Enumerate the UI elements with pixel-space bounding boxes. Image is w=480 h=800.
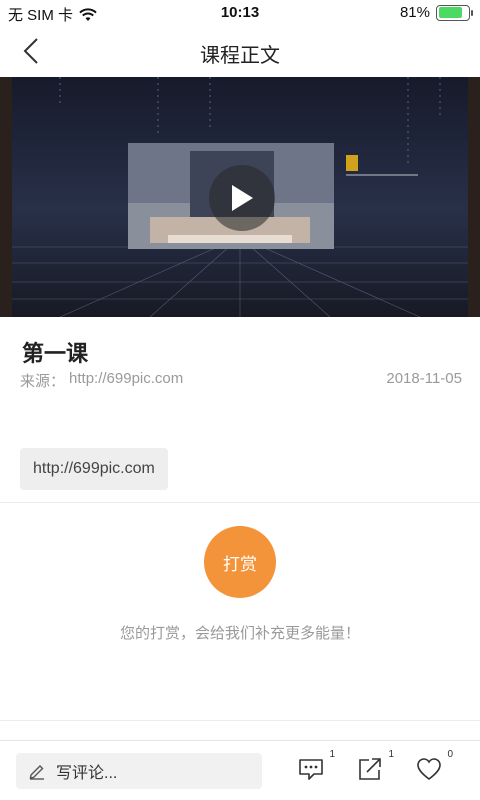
shares-count: 1	[388, 749, 394, 760]
reward-button[interactable]: 打赏	[204, 526, 276, 598]
reward-tip: 您的打赏，会给我们补充更多能量！	[119, 625, 360, 642]
battery-percent: 81%	[399, 4, 430, 21]
pencil-icon	[29, 765, 44, 780]
article-title: 第一课	[22, 341, 89, 366]
battery-level	[438, 7, 462, 18]
bottom-bar: 写评论... 1 1 0	[0, 740, 480, 800]
comment-bubble-icon	[299, 759, 323, 780]
divider	[0, 502, 480, 503]
divider	[0, 720, 480, 721]
comment-input[interactable]: 写评论...	[16, 753, 262, 789]
comments-button[interactable]: 1	[297, 749, 335, 789]
status-bar: 无 SIM 卡 10:13 81%	[0, 0, 480, 26]
article-meta: 来源： http://699pic.com 2018-11-05	[20, 370, 462, 391]
source-value: http://699pic.com	[69, 370, 184, 387]
play-icon	[232, 185, 253, 211]
share-button[interactable]: 1	[356, 749, 394, 789]
video-player[interactable]	[0, 77, 480, 317]
nav-bar: 课程正文	[0, 26, 480, 76]
source-label: 来源：	[20, 373, 66, 390]
play-button[interactable]	[209, 165, 275, 231]
like-button[interactable]: 0	[415, 749, 453, 789]
article-link[interactable]: http://699pic.com	[20, 448, 168, 490]
battery-icon	[436, 4, 473, 21]
comment-placeholder: 写评论...	[56, 765, 118, 782]
share-icon	[359, 758, 381, 780]
comments-count: 1	[329, 749, 335, 760]
article-date: 2018-11-05	[386, 370, 462, 387]
page-title: 课程正文	[200, 45, 280, 67]
status-right: 81%	[399, 4, 473, 21]
likes-count: 0	[447, 749, 453, 760]
article-source: 来源： http://699pic.com	[20, 370, 183, 391]
heart-icon	[417, 758, 441, 781]
